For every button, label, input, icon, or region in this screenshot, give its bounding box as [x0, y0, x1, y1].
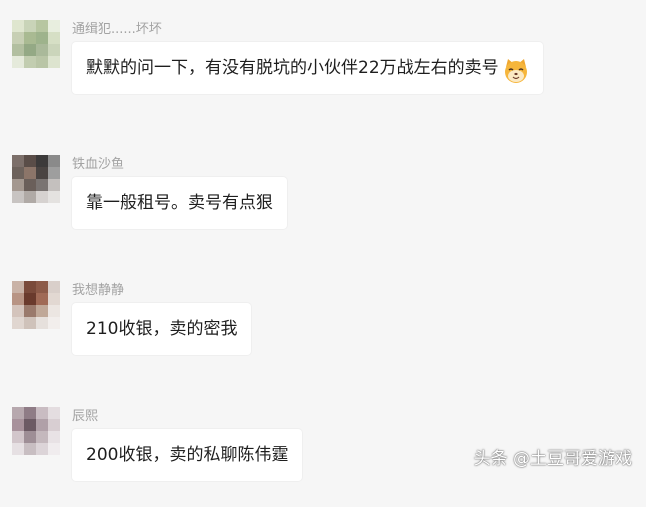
- avatar-pixel: [24, 431, 36, 443]
- avatar-pixel: [24, 317, 36, 329]
- avatar-pixel: [24, 44, 36, 56]
- avatar-pixel: [36, 293, 48, 305]
- avatar-pixel: [12, 167, 24, 179]
- avatar-pixel: [48, 155, 60, 167]
- message-1: 通缉犯......坏坏 默默的问一下，有没有脱坑的小伙伴22万战左右的卖号: [0, 20, 646, 120]
- avatar-pixel: [36, 317, 48, 329]
- avatar-pixel: [36, 305, 48, 317]
- avatar[interactable]: [12, 20, 60, 68]
- avatar-pixel: [24, 293, 36, 305]
- message-2: 铁血沙鱼 靠一般租号。卖号有点狠: [0, 155, 646, 255]
- cat-face-emoji: [503, 53, 529, 83]
- avatar-pixel: [48, 20, 60, 32]
- avatar-pixel: [48, 44, 60, 56]
- avatar-pixel: [48, 443, 60, 455]
- avatar-pixel: [12, 407, 24, 419]
- sender-name: 辰熙: [72, 409, 99, 424]
- message-text: 210收银，卖的密我: [86, 319, 238, 339]
- avatar-pixel: [24, 179, 36, 191]
- avatar-pixel: [36, 167, 48, 179]
- avatar-pixel: [12, 293, 24, 305]
- avatar-pixel: [12, 20, 24, 32]
- avatar-pixel: [12, 305, 24, 317]
- avatar-pixel: [36, 155, 48, 167]
- avatar-pixel: [48, 305, 60, 317]
- avatar-pixel: [12, 431, 24, 443]
- avatar-pixel: [48, 317, 60, 329]
- avatar-pixel: [12, 44, 24, 56]
- message-bubble: 200收银，卖的私聊陈伟霆: [72, 429, 303, 481]
- avatar-pixel: [48, 281, 60, 293]
- avatar-pixel: [36, 20, 48, 32]
- avatar-pixel: [36, 431, 48, 443]
- avatar-pixel: [24, 191, 36, 203]
- avatar-pixel: [36, 44, 48, 56]
- message-text: 默默的问一下，有没有脱坑的小伙伴22万战左右的卖号: [86, 58, 499, 78]
- avatar-pixel: [48, 431, 60, 443]
- avatar-pixel: [12, 179, 24, 191]
- avatar-pixel: [36, 443, 48, 455]
- avatar-pixel: [48, 407, 60, 419]
- avatar-pixel: [24, 281, 36, 293]
- avatar-pixel: [12, 317, 24, 329]
- avatar-pixel: [48, 167, 60, 179]
- avatar-pixel: [48, 419, 60, 431]
- avatar-pixel: [36, 179, 48, 191]
- avatar-pixel: [36, 32, 48, 44]
- sender-name: 我想静静: [72, 283, 125, 298]
- message-text: 靠一般租号。卖号有点狠: [86, 193, 273, 213]
- avatar-pixel: [12, 32, 24, 44]
- avatar-pixel: [48, 56, 60, 68]
- avatar-pixel: [48, 32, 60, 44]
- avatar-pixel: [12, 419, 24, 431]
- avatar-pixel: [36, 56, 48, 68]
- avatar-pixel: [48, 179, 60, 191]
- sender-name: 通缉犯......坏坏: [72, 22, 162, 37]
- watermark: 头条 @土豆哥爱游戏: [473, 449, 632, 469]
- avatar-pixel: [24, 419, 36, 431]
- avatar-pixel: [36, 419, 48, 431]
- avatar-pixel: [12, 56, 24, 68]
- avatar-pixel: [36, 281, 48, 293]
- avatar[interactable]: [12, 155, 60, 203]
- message-3: 我想静静 210收银，卖的密我: [0, 281, 646, 381]
- avatar-pixel: [12, 281, 24, 293]
- message-bubble: 210收银，卖的密我: [72, 303, 252, 355]
- avatar-pixel: [24, 407, 36, 419]
- avatar-pixel: [24, 443, 36, 455]
- sender-name: 铁血沙鱼: [72, 157, 125, 172]
- avatar-pixel: [24, 305, 36, 317]
- message-bubble: 靠一般租号。卖号有点狠: [72, 177, 287, 229]
- avatar-pixel: [24, 32, 36, 44]
- avatar-pixel: [12, 443, 24, 455]
- message-text: 200收银，卖的私聊陈伟霆: [86, 445, 289, 465]
- avatar-pixel: [24, 56, 36, 68]
- avatar-pixel: [48, 191, 60, 203]
- avatar-pixel: [36, 407, 48, 419]
- avatar-pixel: [24, 20, 36, 32]
- avatar-pixel: [48, 293, 60, 305]
- message-bubble: 默默的问一下，有没有脱坑的小伙伴22万战左右的卖号: [72, 42, 543, 94]
- avatar-pixel: [24, 155, 36, 167]
- avatar[interactable]: [12, 281, 60, 329]
- avatar[interactable]: [12, 407, 60, 455]
- avatar-pixel: [36, 191, 48, 203]
- avatar-pixel: [12, 155, 24, 167]
- avatar-pixel: [12, 191, 24, 203]
- avatar-pixel: [24, 167, 36, 179]
